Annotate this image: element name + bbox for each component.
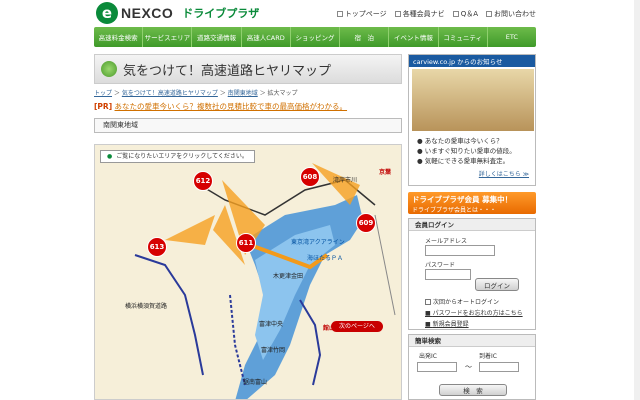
auto-login-checkbox[interactable]: 次回からオートログイン (425, 297, 499, 306)
info-icon: ● (107, 153, 113, 160)
email-field[interactable] (425, 245, 495, 256)
map-instruction: ● ご覧になりたいエリアをクリックしてください。 (100, 150, 255, 163)
quick-search-box: 簡単検索 出発IC 到着IC 〜 検 索 (408, 334, 536, 400)
password-field[interactable] (425, 269, 471, 280)
breadcrumb-region[interactable]: 南関東地域 (228, 90, 258, 97)
ridge-road (374, 214, 396, 316)
from-ic-input[interactable] (417, 362, 457, 372)
ad-more-link[interactable]: 詳しくはこちら ≫ (479, 169, 529, 178)
nav-traffic-info[interactable]: 道路交通情報 (192, 27, 242, 47)
nav-community[interactable]: コミュニティ (439, 27, 488, 47)
map-pin-608[interactable]: 608 (300, 167, 320, 187)
mail-label: メールアドレス (425, 238, 468, 245)
breadcrumb-top[interactable]: トップ (94, 90, 112, 97)
main-content: 気をつけて！高速道路ヒヤリマップ トップ ＞ 気をつけて！高速道路ヒヤリマップ … (94, 54, 402, 400)
ad-item: ● あなたの愛車は今いくら？ (417, 137, 503, 145)
util-contact[interactable]: お問い合わせ (486, 9, 536, 19)
nav-etc[interactable]: ETC (488, 27, 536, 47)
map-pin-611[interactable]: 611 (236, 233, 256, 253)
to-label: 到着IC (479, 353, 497, 360)
yokohama-yokosuka (134, 254, 204, 376)
pr-banner[interactable]: [PR] あなたの愛車今いくら？複数社の見積比較で車の最高価格がわかる。 (94, 101, 347, 112)
site-header: e NEXCO ドライブプラザ トップページ 各種会員ナビ Q＆A お問い合わせ (0, 0, 640, 28)
utility-links: トップページ 各種会員ナビ Q＆A お問い合わせ (336, 9, 536, 19)
member-title: ドライブプラザ会員 募集中！ (412, 195, 513, 204)
map-label-aqualine: 東京湾アクアライン (291, 239, 345, 246)
map-label-umihotaru: 海ほたるＰＡ (307, 255, 344, 262)
login-heading: 会員ログイン (409, 219, 535, 231)
square-icon (336, 11, 343, 17)
to-ic-input[interactable] (479, 362, 519, 372)
ad-item: ● 気軽にできる愛車無料査定。 (417, 157, 510, 165)
map-pin-613[interactable]: 613 (147, 237, 167, 257)
logo-brand: NEXCO (121, 5, 174, 21)
bay-route (229, 294, 246, 386)
nav-lodging[interactable]: 宿 泊 (340, 27, 390, 47)
shadow-ray-613 (165, 215, 215, 245)
pass-label: パスワード (425, 262, 456, 269)
bullet-icon (101, 61, 117, 77)
hiyari-map[interactable]: ● ご覧になりたいエリアをクリックしてください。 612 608 613 611 … (94, 144, 402, 400)
map-label-kyonan-tomiyama: 鋸南富山 (243, 379, 268, 386)
ad-item: ● いますぐ知りたい愛車の値段。 (417, 147, 516, 155)
pr-tag: [PR] (94, 102, 113, 111)
page-title: 気をつけて！高速道路ヒヤリマップ (123, 63, 332, 79)
breadcrumb: トップ ＞ 気をつけて！高速道路ヒヤリマップ ＞ 南関東地域 ＞ 拡大マップ (94, 90, 298, 97)
next-page-button[interactable]: 次のページへ (331, 321, 383, 332)
login-button[interactable]: ログイン (475, 278, 519, 291)
carview-ad[interactable]: carview.co.jp からのお知らせ ● あなたの愛車は今いくら？ ● い… (408, 54, 536, 186)
util-top[interactable]: トップページ (336, 9, 387, 19)
main-nav: 高速料金検索 サービスエリア 道路交通情報 高速人CARD ショッピング 宿 泊… (94, 27, 536, 47)
scrollbar[interactable] (634, 0, 640, 400)
map-label-keiyo: 京葉 (379, 169, 392, 176)
tateyama-route (299, 299, 322, 386)
logo-sub: ドライブプラザ (182, 7, 260, 20)
sidebar: carview.co.jp からのお知らせ ● あなたの愛車は今いくら？ ● い… (408, 54, 536, 400)
shadow-ray-608 (312, 163, 360, 205)
site-logo[interactable]: e NEXCO ドライブプラザ (96, 2, 259, 24)
ad-header: carview.co.jp からのお知らせ (409, 55, 535, 67)
square-icon (486, 11, 492, 17)
util-qa[interactable]: Q＆A (452, 9, 478, 19)
map-label-futtsu-chuo: 富津中央 (259, 321, 284, 328)
checkbox-icon (425, 298, 431, 305)
map-pin-609[interactable]: 609 (356, 213, 376, 233)
member-banner[interactable]: ドライブプラザ会員 募集中！ ドライブプラザ会員とは・・・ (408, 192, 536, 214)
nav-toll-search[interactable]: 高速料金検索 (94, 27, 144, 47)
ad-list: ● あなたの愛車は今いくら？ ● いますぐ知りたい愛車の値段。 ● 気軽にできる… (417, 136, 516, 166)
nav-events[interactable]: イベント情報 (389, 27, 439, 47)
square-icon (452, 11, 459, 17)
pr-link[interactable]: あなたの愛車今いくら？複数社の見積比較で車の最高価格がわかる。 (115, 102, 348, 111)
util-member-nav[interactable]: 各種会員ナビ (394, 9, 445, 19)
member-sub: ドライブプラザ会員とは・・・ (412, 207, 497, 214)
page-title-bar: 気をつけて！高速道路ヒヤリマップ (94, 54, 402, 84)
range-tilde: 〜 (465, 363, 472, 371)
ad-photo (412, 69, 534, 131)
square-icon (394, 11, 401, 17)
map-label-futtsu-takeoka: 富津竹岡 (261, 347, 286, 354)
breadcrumb-current: 拡大マップ (267, 90, 298, 97)
nexco-logo-icon: e (96, 2, 118, 24)
breadcrumb-map[interactable]: 気をつけて！高速道路ヒヤリマップ (122, 90, 218, 97)
nav-service-area[interactable]: サービスエリア (143, 27, 193, 47)
search-button[interactable]: 検 索 (439, 384, 507, 396)
map-pin-612[interactable]: 612 (193, 171, 213, 191)
map-label-yokohama-yokosuka: 横浜横須賀道路 (125, 303, 168, 310)
map-label-wangan-ichikawa: 湾岸市川 (333, 177, 358, 184)
search-heading: 簡単検索 (409, 335, 535, 347)
register-link[interactable]: ■ 新規会員登録 (425, 319, 469, 328)
map-label-kisarazu: 木更津金田 (273, 273, 304, 280)
from-label: 出発IC (419, 353, 437, 360)
nav-card[interactable]: 高速人CARD (242, 27, 291, 47)
region-heading: 南関東地域 (94, 118, 402, 133)
login-box: 会員ログイン メールアドレス パスワード ログイン 次回からオートログイン ■ … (408, 218, 536, 330)
nav-shopping[interactable]: ショッピング (291, 27, 341, 47)
forgot-password-link[interactable]: ■ パスワードをお忘れの方はこちら (425, 308, 523, 317)
